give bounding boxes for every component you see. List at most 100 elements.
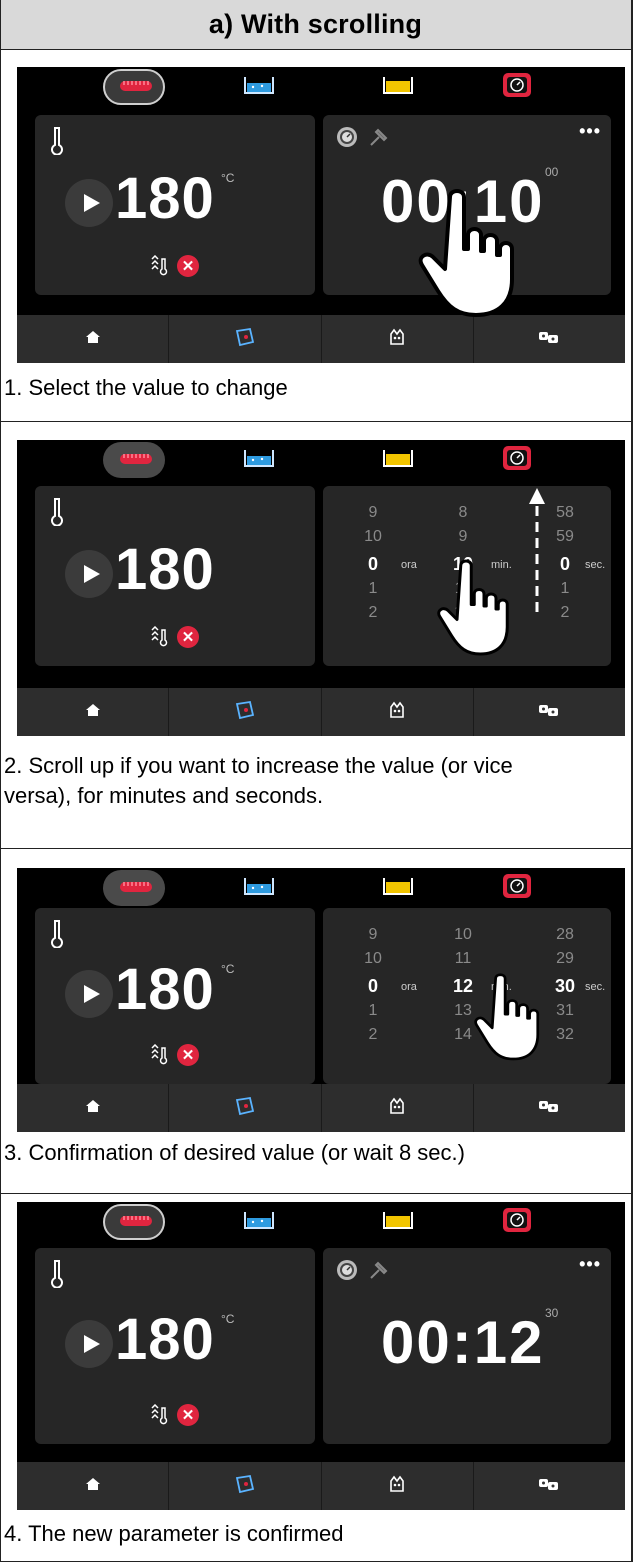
picker-seconds-value[interactable]: 1 xyxy=(545,580,585,598)
nav-hand-wash[interactable] xyxy=(322,688,474,736)
temperature-value[interactable]: 180 xyxy=(115,1306,215,1373)
picker-minutes-value[interactable]: 11 xyxy=(443,950,483,968)
picker-seconds-value[interactable]: 28 xyxy=(545,926,585,944)
timer-device-icon[interactable] xyxy=(500,444,534,472)
picker-seconds-value[interactable]: 58 xyxy=(545,504,585,522)
oil-basin-icon[interactable] xyxy=(381,872,415,900)
play-button[interactable] xyxy=(65,179,113,227)
hand-wash-icon xyxy=(386,1095,408,1122)
picker-hours-value[interactable]: 10 xyxy=(353,950,393,968)
nav-home[interactable] xyxy=(17,315,170,363)
oil-basin-icon[interactable] xyxy=(381,71,415,99)
probe-icon[interactable] xyxy=(147,625,169,653)
probe-icon[interactable] xyxy=(147,1043,169,1071)
probe-off-badge[interactable]: ✕ xyxy=(177,1404,199,1426)
hand-wash-icon xyxy=(386,699,408,726)
frame-left-border xyxy=(0,0,1,1562)
top-device-bar xyxy=(17,67,625,107)
more-options-menu[interactable]: ••• xyxy=(579,1254,601,1275)
stopwatch-icon[interactable] xyxy=(335,125,359,154)
grill-pan-icon[interactable] xyxy=(116,872,156,900)
thermometer-icon xyxy=(49,496,65,531)
picker-seconds-value[interactable]: 0 xyxy=(545,554,585,575)
step-divider xyxy=(0,1193,633,1194)
picker-hours-value[interactable]: 0 xyxy=(353,976,393,997)
grill-pan-icon[interactable] xyxy=(116,71,156,99)
picker-hours-value[interactable]: 0 xyxy=(353,554,393,575)
recipe-book-icon xyxy=(234,1474,256,1499)
play-button[interactable] xyxy=(65,1320,113,1368)
nav-home[interactable] xyxy=(17,688,170,736)
thermometer-icon xyxy=(49,125,65,160)
more-options-menu[interactable]: ••• xyxy=(579,121,601,142)
nav-recipe-book[interactable] xyxy=(169,688,322,736)
stopwatch-icon[interactable] xyxy=(335,1258,359,1287)
play-button[interactable] xyxy=(65,550,113,598)
temperature-value[interactable]: 180 xyxy=(115,536,215,603)
picker-minutes-value[interactable]: 8 xyxy=(443,504,483,522)
nav-hand-wash[interactable] xyxy=(322,315,474,363)
timer-value[interactable]: 00:12 xyxy=(381,1308,544,1377)
nav-recipe-book[interactable] xyxy=(169,1462,322,1510)
probe-off-badge[interactable]: ✕ xyxy=(177,626,199,648)
temperature-unit: °C xyxy=(221,1312,235,1326)
timer-device-icon[interactable] xyxy=(500,1206,534,1234)
picker-seconds-value[interactable]: 2 xyxy=(545,604,585,622)
nav-home[interactable] xyxy=(17,1084,170,1132)
probe-off-badge[interactable]: ✕ xyxy=(177,255,199,277)
timer-device-icon[interactable] xyxy=(500,872,534,900)
picker-seconds-value[interactable]: 30 xyxy=(545,976,585,997)
nav-hand-wash[interactable] xyxy=(322,1462,474,1510)
picker-hours-value[interactable]: 9 xyxy=(353,504,393,522)
temperature-value[interactable]: 180 xyxy=(115,165,215,232)
pin-icon[interactable] xyxy=(367,127,389,154)
temperature-card: 180 ✕ xyxy=(35,486,315,666)
picker-seconds-value[interactable]: 32 xyxy=(545,1026,585,1044)
play-icon xyxy=(80,1333,102,1360)
pin-icon[interactable] xyxy=(367,1260,389,1287)
timer-device-icon[interactable] xyxy=(500,71,534,99)
nav-home[interactable] xyxy=(17,1462,170,1510)
nav-recipe-book[interactable] xyxy=(169,315,322,363)
nav-recipe-book[interactable] xyxy=(169,1084,322,1132)
play-button[interactable] xyxy=(65,970,113,1018)
picker-hours-value[interactable]: 10 xyxy=(353,528,393,546)
grill-pan-icon[interactable] xyxy=(116,444,156,472)
bottom-nav-bar xyxy=(17,1462,625,1510)
picker-minutes-value[interactable]: 9 xyxy=(443,528,483,546)
water-basin-icon[interactable] xyxy=(242,444,276,472)
nav-hand-wash[interactable] xyxy=(322,1084,474,1132)
temperature-value[interactable]: 180 xyxy=(115,956,215,1023)
picker-hours-value[interactable]: 2 xyxy=(353,604,393,622)
device-screen-step2: 180✕910012ora89101112min.5859012sec. xyxy=(17,440,625,736)
probe-icon[interactable] xyxy=(147,254,169,282)
nav-settings[interactable] xyxy=(474,1462,625,1510)
nav-settings[interactable] xyxy=(474,1084,625,1132)
oil-basin-icon[interactable] xyxy=(381,444,415,472)
grill-pan-icon[interactable] xyxy=(116,1206,156,1234)
picker-hours-value[interactable]: 9 xyxy=(353,926,393,944)
picker-minutes-value[interactable]: 10 xyxy=(443,926,483,944)
water-basin-icon[interactable] xyxy=(242,872,276,900)
picker-seconds-value[interactable]: 31 xyxy=(545,1002,585,1020)
bottom-nav-bar xyxy=(17,315,625,363)
probe-icon[interactable] xyxy=(147,1403,169,1431)
timer-seconds: 00 xyxy=(545,165,559,179)
picker-hours-value[interactable]: 1 xyxy=(353,1002,393,1020)
timer-seconds: 30 xyxy=(545,1306,559,1320)
water-basin-icon[interactable] xyxy=(242,71,276,99)
play-icon xyxy=(80,192,102,219)
hand-pointer-icon xyxy=(427,558,517,659)
hand-pointer-icon xyxy=(465,972,547,1064)
picker-seconds-value[interactable]: 29 xyxy=(545,950,585,968)
picker-seconds-value[interactable]: 59 xyxy=(545,528,585,546)
picker-hours-value[interactable]: 1 xyxy=(353,580,393,598)
picker-hours-value[interactable]: 2 xyxy=(353,1026,393,1044)
nav-settings[interactable] xyxy=(474,315,625,363)
scroll-arrow-icon xyxy=(525,486,549,621)
oil-basin-icon[interactable] xyxy=(381,1206,415,1234)
hand-pointer-icon xyxy=(405,187,525,322)
nav-settings[interactable] xyxy=(474,688,625,736)
probe-off-badge[interactable]: ✕ xyxy=(177,1044,199,1066)
water-basin-icon[interactable] xyxy=(242,1206,276,1234)
